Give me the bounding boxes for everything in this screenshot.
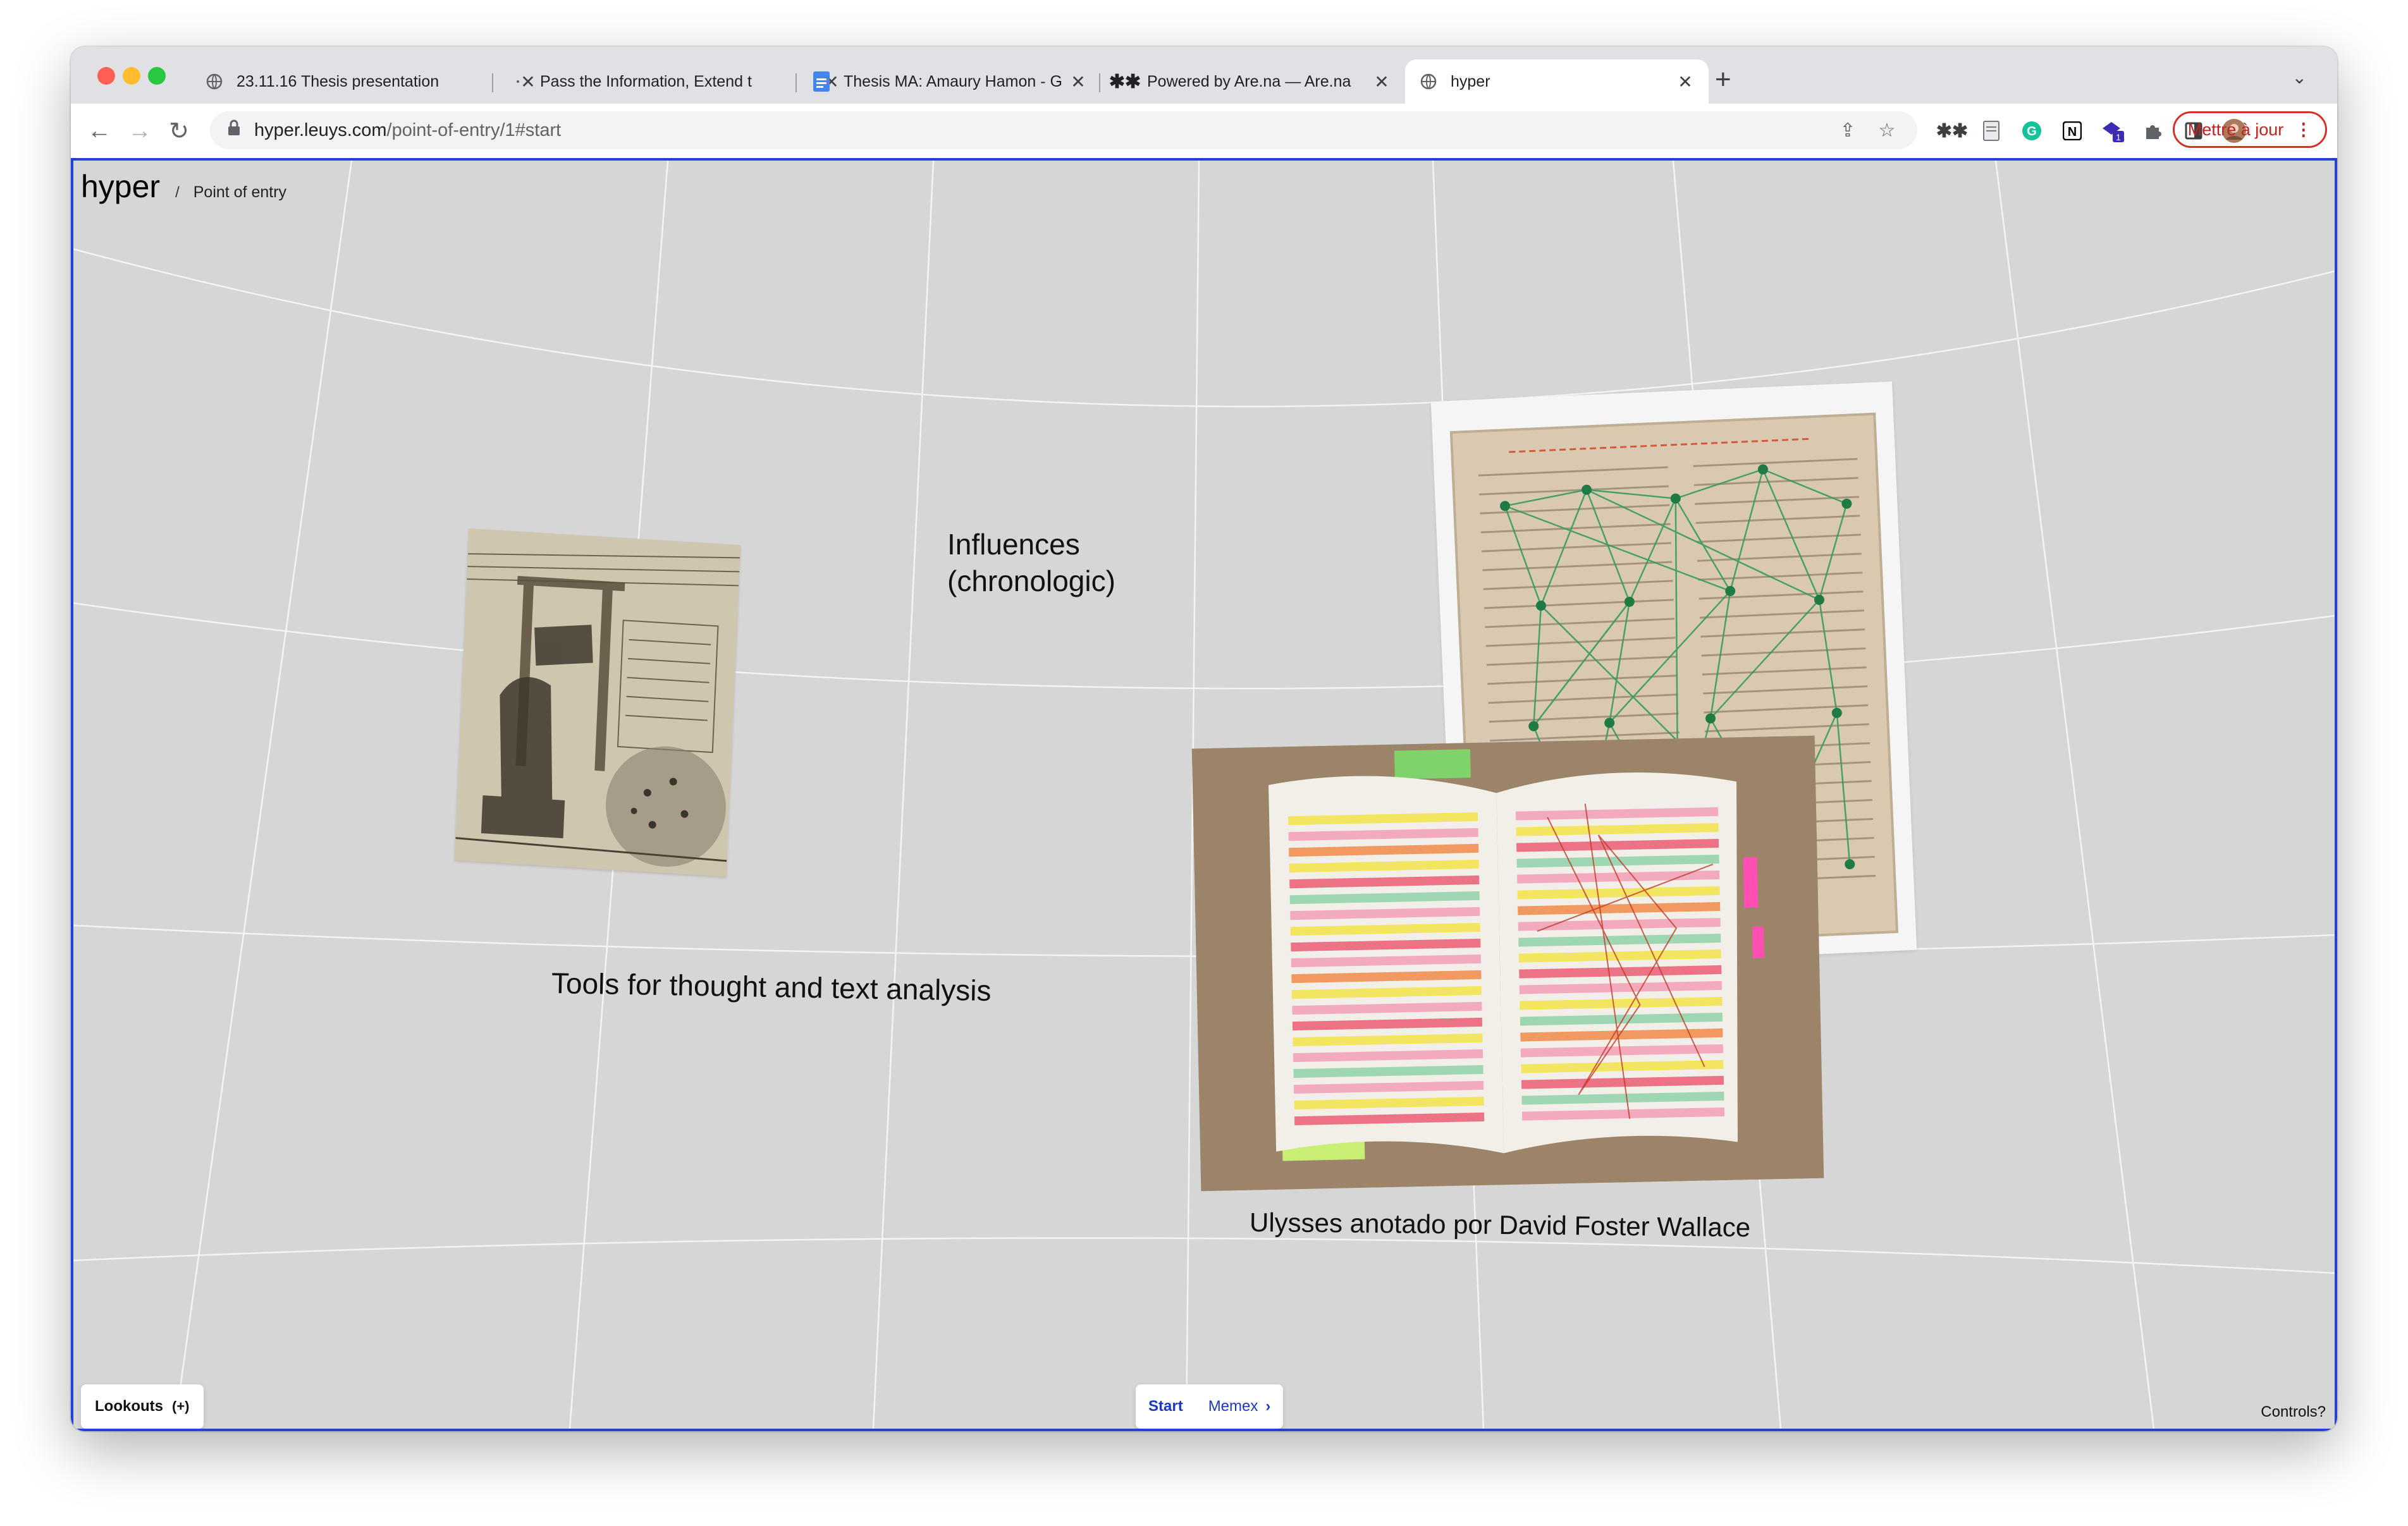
lookouts-label: Lookouts xyxy=(95,1398,163,1415)
controls-help-link[interactable]: Controls? xyxy=(2261,1403,2326,1421)
chevron-right-icon: › xyxy=(1265,1398,1271,1415)
tab-title: hyper xyxy=(1451,72,1490,90)
start-link[interactable]: Start xyxy=(1148,1398,1183,1415)
url-host: hyper.leuys.com xyxy=(254,119,387,140)
update-label: Mettre à jour xyxy=(2187,119,2284,139)
url-path: /point-of-entry/1#start xyxy=(386,119,562,140)
lookouts-add[interactable]: (+) xyxy=(172,1398,190,1415)
memex-label: Memex xyxy=(1208,1398,1258,1415)
minimize-window-button[interactable] xyxy=(123,67,140,85)
tab-divider xyxy=(492,73,493,92)
update-browser-button[interactable]: Mettre à jour ⋮ xyxy=(2173,111,2327,148)
forward-arrow-icon[interactable]: → xyxy=(124,115,156,147)
tab-title: Powered by Are.na — Are.na xyxy=(1147,72,1351,90)
close-tab-icon[interactable]: ✕ xyxy=(1069,71,1088,92)
tab-divider xyxy=(796,73,797,92)
influences-label: Influences (chronologic) xyxy=(947,526,1115,599)
notion-extension-icon[interactable]: N xyxy=(2058,116,2087,145)
extension-badge-count: 1 xyxy=(2116,132,2121,142)
breadcrumb-separator: / xyxy=(175,184,180,201)
reload-icon[interactable]: ↻ xyxy=(163,115,195,147)
star-bookmark-icon[interactable]: ☆ xyxy=(1874,118,1900,143)
document-extension-icon[interactable] xyxy=(1977,116,2006,145)
grammarly-extension-icon[interactable]: G xyxy=(2017,116,2046,145)
dot-icon xyxy=(508,72,527,91)
close-window-button[interactable] xyxy=(97,67,115,85)
tab-divider xyxy=(1099,73,1100,92)
book-wheel-engraving-image[interactable] xyxy=(454,528,741,877)
new-tab-icon[interactable]: + xyxy=(1715,66,1731,94)
tab-arena[interactable]: ✱✱ Powered by Are.na — Are.na ✕ xyxy=(1102,59,1405,104)
close-tab-icon[interactable]: ✕ xyxy=(1372,71,1391,92)
svg-text:G: G xyxy=(2027,125,2037,138)
influences-subtitle: (chronologic) xyxy=(947,565,1115,597)
globe-icon xyxy=(205,72,224,91)
tab-title: Pass the Information, Extend t xyxy=(540,72,752,90)
ulysses-annotated-photo[interactable] xyxy=(1191,735,1824,1192)
share-icon[interactable]: ⇪ xyxy=(1835,118,1860,143)
arena-icon: ✱✱ xyxy=(1109,71,1141,92)
influences-title: Influences xyxy=(947,528,1080,561)
browser-toolbar: ← → ↻ hyper.leuys.com/point-of-entry/1#s… xyxy=(71,104,2337,159)
svg-text:N: N xyxy=(2068,125,2077,139)
site-logo[interactable]: hyper xyxy=(81,168,160,205)
tab-strip: 23.11.16 Thesis presentation ✕ Pass the … xyxy=(71,47,2337,104)
address-bar[interactable]: hyper.leuys.com/point-of-entry/1#start ⇪… xyxy=(210,111,1917,149)
tab-hyper[interactable]: hyper ✕ xyxy=(1405,59,1709,104)
globe-icon xyxy=(1419,72,1438,91)
tab-title: 23.11.16 Thesis presentation xyxy=(236,72,439,90)
arena-extension-icon[interactable]: ✱✱ xyxy=(1936,116,1968,145)
browser-window: 23.11.16 Thesis presentation ✕ Pass the … xyxy=(71,47,2337,1431)
tab-thesis-ma[interactable]: Thesis MA: Amaury Hamon - G ✕ xyxy=(798,59,1102,104)
close-tab-icon[interactable]: ✕ xyxy=(1676,71,1695,92)
back-arrow-icon[interactable]: ← xyxy=(83,115,115,147)
lock-icon xyxy=(228,119,240,141)
page-viewport: hyper / Point of entry Influences (chron… xyxy=(71,158,2337,1431)
ulysses-caption: Ulysses anotado por David Foster Wallace xyxy=(1249,1207,1751,1243)
memex-link[interactable]: Memex › xyxy=(1208,1398,1271,1415)
google-docs-icon xyxy=(812,71,831,92)
breadcrumb-current[interactable]: Point of entry xyxy=(194,183,286,202)
more-vertical-icon[interactable]: ⋮ xyxy=(2295,120,2312,140)
lookouts-button[interactable]: Lookouts (+) xyxy=(81,1384,204,1429)
section-navigation: Start Memex › xyxy=(1136,1384,1284,1429)
maximize-window-button[interactable] xyxy=(148,67,166,85)
tab-search-chevron-icon[interactable]: ⌄ xyxy=(2292,67,2307,88)
puzzle-extensions-icon[interactable] xyxy=(2139,116,2168,145)
extension-badge-icon[interactable]: 1 xyxy=(2098,116,2127,145)
breadcrumb: hyper / Point of entry xyxy=(81,168,286,205)
tab-title: Thesis MA: Amaury Hamon - G xyxy=(844,72,1062,90)
